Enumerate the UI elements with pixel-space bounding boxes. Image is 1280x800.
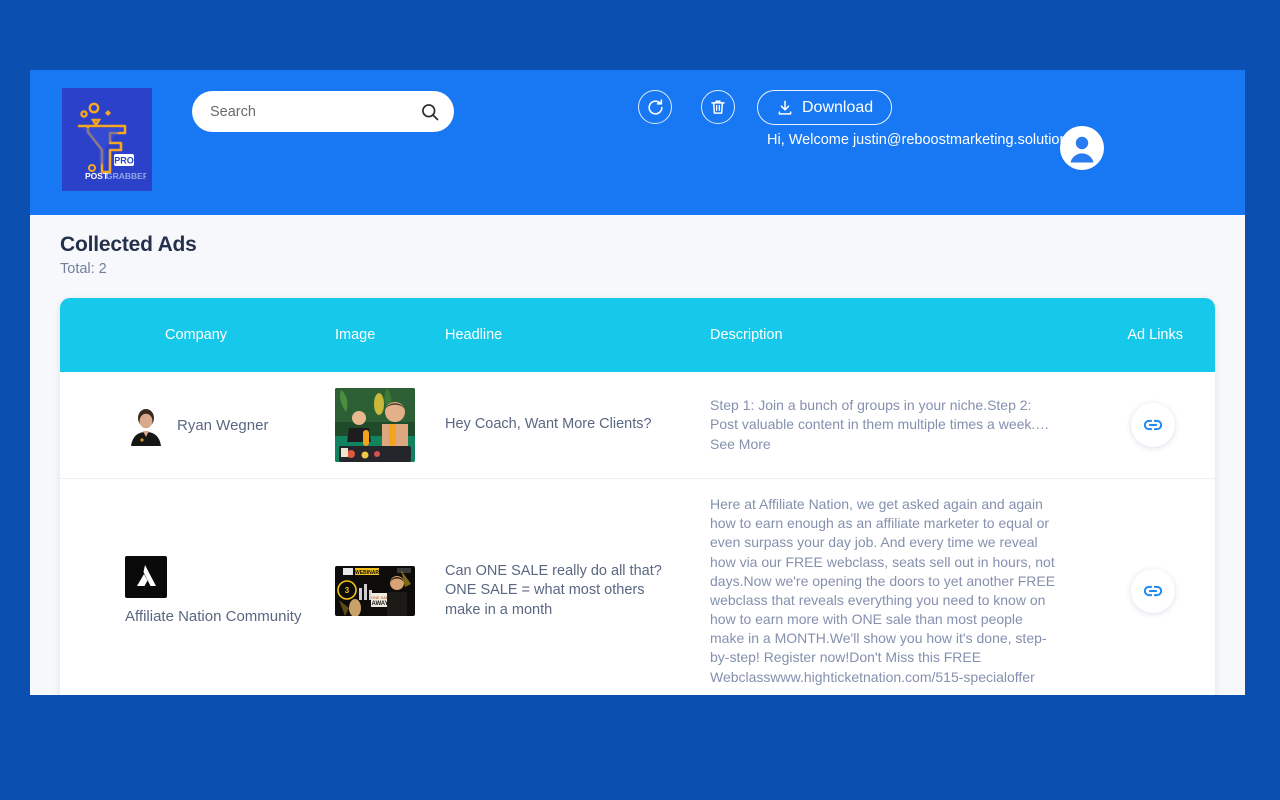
company-name: Ryan Wegner: [177, 416, 269, 434]
app-window: PRO POST GRABBER Search Download Hi, Wel…: [30, 70, 1245, 695]
cell-ad-link: [1080, 479, 1215, 696]
column-header-ad-links[interactable]: Ad Links: [1080, 298, 1215, 372]
company-logo: [125, 556, 167, 599]
ad-headline: Hey Coach, Want More Clients?: [445, 416, 652, 433]
app-header: PRO POST GRABBER Search Download Hi, Wel…: [30, 70, 1245, 215]
column-header-description[interactable]: Description: [675, 298, 1080, 372]
welcome-message: Hi, Welcome justin@reboostmarketing.solu…: [767, 132, 1075, 148]
ad-headline: Can ONE SALE really do all that? ONE SAL…: [445, 562, 662, 618]
ad-thumbnail[interactable]: WEBINAR 3 ONE SALE AWAY!: [335, 565, 415, 616]
collected-ads-table: Company Image Headline Description Ad Li…: [60, 298, 1215, 695]
column-header-company[interactable]: Company: [60, 298, 335, 372]
svg-text:WEBINAR: WEBINAR: [355, 570, 379, 576]
svg-text:3: 3: [345, 586, 350, 595]
search-input[interactable]: [210, 103, 420, 120]
table-body: Ryan Wegner Hey Coach, Want More Clients…: [60, 372, 1215, 695]
person-portrait-thumbnail-icon: [125, 404, 167, 446]
ad-description: Here at Affiliate Nation, we get asked a…: [710, 496, 1056, 685]
tropical-pool-breakfast-photo-icon: [335, 388, 415, 462]
table-header: Company Image Headline Description Ad Li…: [60, 298, 1215, 372]
table-row[interactable]: Affiliate Nation Community WEBINAR 3 ONE…: [60, 479, 1215, 696]
company-name: Affiliate Nation Community: [125, 608, 302, 626]
cell-company: Ryan Wegner: [60, 372, 335, 479]
logo-wordmark-grabber: GRABBER: [106, 171, 146, 181]
cell-image: [335, 372, 445, 479]
collected-ads-table-card: Company Image Headline Description Ad Li…: [60, 298, 1215, 695]
black-arrow-logo-icon: [125, 556, 167, 599]
avatar[interactable]: [1060, 126, 1104, 170]
ad-link-button[interactable]: [1131, 568, 1175, 613]
company-logo: [125, 404, 167, 446]
trash-icon: [711, 100, 725, 114]
chain-link-icon: [1143, 585, 1163, 596]
refresh-button[interactable]: [638, 90, 672, 124]
cell-company: Affiliate Nation Community: [60, 479, 335, 696]
column-header-image[interactable]: Image: [335, 298, 445, 372]
ad-link-button[interactable]: [1131, 403, 1175, 447]
table-header-row: Company Image Headline Description Ad Li…: [60, 298, 1215, 372]
cell-ad-link: [1080, 372, 1215, 479]
app-logo[interactable]: PRO POST GRABBER: [62, 88, 152, 191]
chain-link-icon: [1143, 419, 1163, 431]
refresh-icon: [647, 98, 663, 115]
page-title: Collected Ads: [60, 233, 197, 256]
ad-description: Step 1: Join a bunch of groups in your n…: [710, 397, 1050, 452]
total-count: Total: 2: [60, 261, 107, 277]
funnel-f-logo-icon: PRO POST GRABBER: [77, 102, 146, 181]
column-header-headline[interactable]: Headline: [445, 298, 675, 372]
cell-description: Step 1: Join a bunch of groups in your n…: [675, 372, 1080, 479]
cell-description: Here at Affiliate Nation, we get asked a…: [675, 479, 1080, 696]
download-button[interactable]: Download: [757, 90, 893, 125]
cell-image: WEBINAR 3 ONE SALE AWAY!: [335, 479, 445, 696]
logo-pro-badge-text: PRO: [114, 155, 134, 165]
delete-button[interactable]: [701, 90, 735, 124]
main-content: Collected Ads Total: 2 Company Image Hea…: [30, 215, 1245, 695]
user-avatar-icon: [1060, 126, 1104, 170]
search-bar[interactable]: [192, 91, 454, 132]
cell-headline: Hey Coach, Want More Clients?: [445, 372, 675, 479]
search-icon[interactable]: [420, 102, 440, 122]
download-button-label: Download: [802, 98, 874, 116]
ad-thumbnail[interactable]: [335, 388, 415, 462]
cell-headline: Can ONE SALE really do all that? ONE SAL…: [445, 479, 675, 696]
webinar-one-sale-away-banner-icon: WEBINAR 3 ONE SALE AWAY!: [335, 565, 415, 616]
download-icon: [778, 100, 792, 115]
table-row[interactable]: Ryan Wegner Hey Coach, Want More Clients…: [60, 372, 1215, 479]
